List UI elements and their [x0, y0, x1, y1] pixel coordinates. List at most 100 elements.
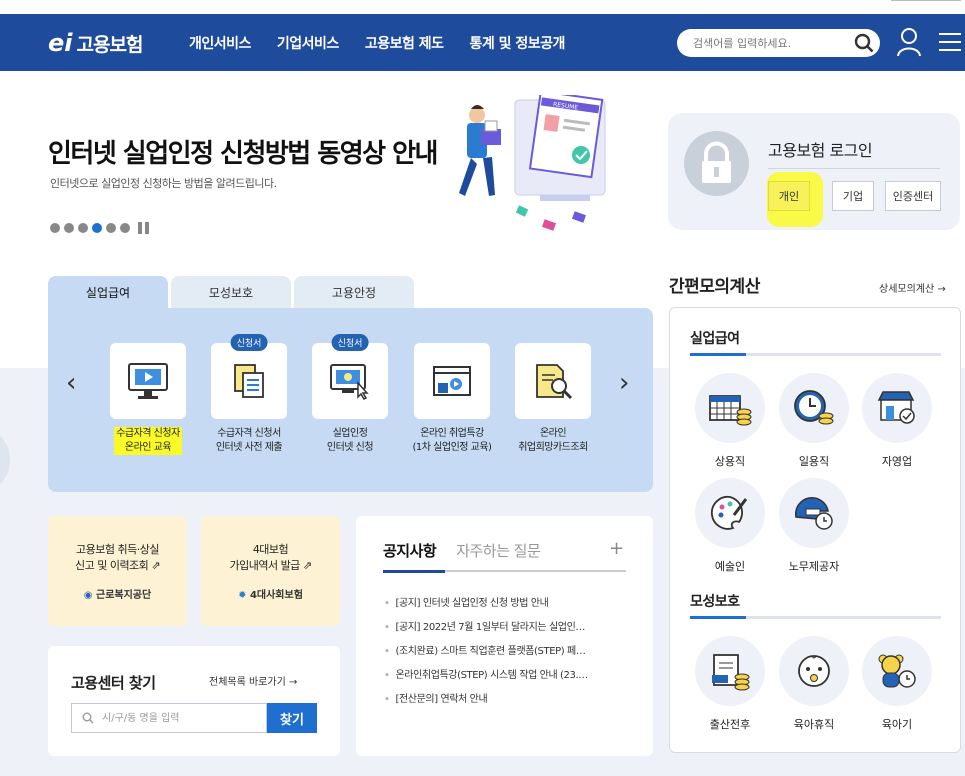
- notice-item[interactable]: [공지] 인터넷 실업인정 신청 방법 안내: [384, 594, 588, 618]
- notice-item[interactable]: (조치완료) 스마트 직업훈련 플랫폼(STEP) 페…: [384, 642, 588, 666]
- calendar-coins-icon: [695, 373, 765, 443]
- external-link-icon: ⇗: [302, 559, 312, 572]
- menu-icon[interactable]: [939, 32, 961, 52]
- arrow-right-icon: →: [937, 284, 946, 295]
- org-logo-comwel: ◉ 근로복지공단: [48, 586, 187, 601]
- card-line-1: 4대보험: [252, 543, 289, 556]
- calc-item-freelancer[interactable]: 노무제공자: [774, 478, 854, 574]
- card-text: 4대보험가입내역서 발급 ⇗: [201, 542, 340, 574]
- calc-item-label: 예술인: [714, 560, 746, 573]
- calc-item-childcare[interactable]: 육아기: [857, 636, 937, 732]
- card-four-insurances[interactable]: 4대보험 가입내역서 발급 ⇗ ✹ 4대사회보험: [201, 516, 340, 626]
- notice-item[interactable]: 온라인취업특강(STEP) 시스템 작업 안내 (23.…: [384, 666, 589, 690]
- calc-item-maternity[interactable]: 출산전후: [690, 636, 770, 732]
- calc-item-label: 일용직: [798, 455, 830, 468]
- browser-video-icon: [433, 366, 471, 396]
- tab-notice[interactable]: 공지사항: [383, 540, 437, 561]
- top-strip: [0, 0, 965, 14]
- form-badge: 신청서: [230, 334, 268, 351]
- slide-dot[interactable]: [50, 223, 60, 233]
- tab-faq[interactable]: 자주하는 질문: [456, 540, 541, 561]
- search-icon: [82, 712, 94, 724]
- find-button[interactable]: 찾기: [267, 703, 317, 733]
- notice-item[interactable]: [전산문의] 연락처 안내: [384, 690, 588, 714]
- slide-dot-active[interactable]: [92, 223, 102, 233]
- resume-illustration: RESUME: [459, 95, 606, 231]
- slide-dot[interactable]: [120, 223, 130, 233]
- login-cert-center-button[interactable]: 인증센터: [885, 181, 941, 211]
- detailed-calc-link-text: 상세모의계산: [879, 284, 935, 295]
- slide-dot[interactable]: [78, 223, 88, 233]
- palette-icon: [695, 478, 765, 548]
- service-tabs: 실업급여 모성보호 고용안정: [48, 276, 414, 308]
- label-line-2: 취업희망카드조회: [518, 442, 588, 453]
- label-line-1: 수급자격 신청자: [116, 428, 180, 439]
- tab-unemployment[interactable]: 실업급여: [48, 276, 168, 308]
- nav-personal-services[interactable]: 개인서비스: [189, 33, 251, 53]
- helmet-clock-icon: [779, 478, 849, 548]
- store-icon: [862, 373, 932, 443]
- baby-face-icon: [779, 636, 849, 706]
- service-panel: ‹ › 수급자격 신청자 온라인 교육 신청서 수급자격 신청서 인터넷 사전 제출…: [48, 308, 653, 492]
- hero-subtitle: 인터넷으로 실업인정 신청하는 방법을 알려드립니다.: [50, 177, 277, 190]
- form-badge: 신청서: [331, 334, 369, 351]
- arrow-right-icon: →: [288, 677, 298, 688]
- teddy-bear-clock-icon: [862, 636, 932, 706]
- slide-dot[interactable]: [64, 223, 74, 233]
- notice-box: 공지사항 자주하는 질문 + [공지] 인터넷 실업인정 신청 방법 안내 [공…: [356, 516, 653, 756]
- monitor-click-icon: [330, 364, 369, 400]
- calc-item-label: 육아휴직: [793, 718, 835, 731]
- notice-item[interactable]: [공지] 2022년 7월 1일부터 달라지는 실업인…: [384, 618, 588, 642]
- card-line-1: 고용보험 취득·상실: [76, 543, 159, 556]
- calc-item-regular[interactable]: 상용직: [690, 373, 770, 469]
- next-arrow-icon[interactable]: ›: [619, 368, 629, 398]
- slide-dot[interactable]: [106, 223, 116, 233]
- pause-icon[interactable]: [138, 222, 150, 234]
- detailed-calc-link[interactable]: 상세모의계산 →: [879, 280, 946, 295]
- center-list-link[interactable]: 전체목록 바로가기 →: [209, 673, 297, 688]
- label-line-2: 온라인 교육: [124, 442, 172, 453]
- site-logo[interactable]: ei 고용보험: [48, 28, 143, 58]
- center-search-input[interactable]: [72, 704, 242, 732]
- site-header: ei 고용보험 개인서비스 기업서비스 고용보험 제도 통계 및 정보공개: [0, 14, 965, 71]
- hero-title[interactable]: 인터넷 실업인정 신청방법 동영상 안내: [48, 133, 438, 170]
- tab-maternity[interactable]: 모성보호: [171, 276, 291, 308]
- tab-employment-stability[interactable]: 고용안정: [294, 276, 414, 308]
- calc-item-label: 자영업: [881, 455, 913, 468]
- login-business-button[interactable]: 기업: [832, 181, 874, 211]
- service-label: 온라인취업희망카드조회: [493, 427, 613, 455]
- calc-panel: 실업급여 상용직 일용직 자영업 예술인 노무제공자 모성보호 출산전후 육아휴…: [669, 307, 961, 753]
- prev-arrow-icon[interactable]: ‹: [66, 368, 76, 398]
- external-link-icon: ⇗: [151, 559, 161, 572]
- login-personal-button[interactable]: 개인: [768, 181, 810, 211]
- calc-item-parental-leave[interactable]: 육아휴직: [774, 636, 854, 732]
- card-line-2: 신고 및 이력조회 ⇗: [48, 558, 187, 574]
- card-line-2: 가입내역서 발급 ⇗: [201, 558, 340, 574]
- service-icon-box: 신청서: [211, 334, 287, 419]
- plus-icon[interactable]: +: [609, 538, 624, 559]
- calc-item-artist[interactable]: 예술인: [690, 478, 770, 574]
- label-line-1: 온라인: [539, 428, 567, 439]
- calc-item-self-employed[interactable]: 자영업: [857, 373, 937, 469]
- calc-item-daily[interactable]: 일용직: [774, 373, 854, 469]
- calc-title: 간편모의계산: [669, 277, 760, 297]
- card-line-2-text: 신고 및 이력조회: [74, 559, 149, 572]
- service-hope-card[interactable]: 온라인취업희망카드조회: [493, 343, 613, 455]
- slider-pagination: [50, 222, 150, 234]
- card-text: 고용보험 취득·상실신고 및 이력조회 ⇗: [48, 542, 187, 574]
- search-input[interactable]: [677, 29, 837, 57]
- notice-divider: [383, 570, 626, 573]
- section-divider: [690, 353, 941, 356]
- document-search-icon: [536, 364, 573, 400]
- search-box: [677, 29, 880, 57]
- nav-statistics[interactable]: 통계 및 정보공개: [469, 33, 565, 53]
- nav-business-services[interactable]: 기업서비스: [277, 33, 339, 53]
- card-insurance-history[interactable]: 고용보험 취득·상실신고 및 이력조회 ⇗ ◉ 근로복지공단: [48, 516, 187, 626]
- nav-insurance-system[interactable]: 고용보험 제도: [365, 33, 444, 53]
- service-label: 수급자격 신청자온라인 교육: [114, 427, 182, 455]
- calc-item-label: 노무제공자: [788, 560, 840, 573]
- notice-tabs: 공지사항 자주하는 질문: [383, 540, 541, 561]
- user-icon[interactable]: [896, 27, 922, 57]
- search-icon[interactable]: [854, 33, 874, 53]
- service-icon-box: [414, 343, 490, 419]
